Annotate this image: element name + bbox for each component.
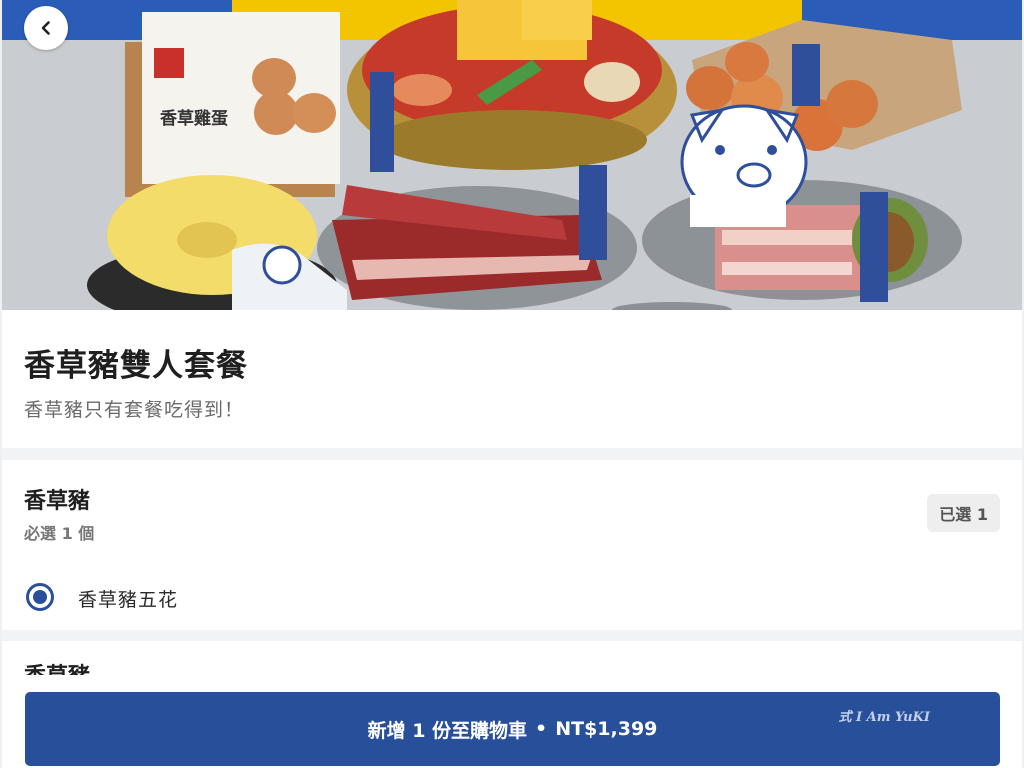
product-title: 香草豬雙人套餐 <box>24 348 248 384</box>
add-to-cart-bar: 新增 1 份至購物車 • NT$1,399 式 I Am YuKI <box>2 675 1022 768</box>
add-to-cart-button[interactable]: 新增 1 份至購物車 • NT$1,399 式 I Am YuKI <box>25 692 1000 766</box>
option-group-rule: 必選 1 個 <box>24 524 95 543</box>
egg-box-label: 香草雞蛋 <box>160 108 228 129</box>
product-subtitle: 香草豬只有套餐吃得到！ <box>24 399 245 421</box>
back-button[interactable] <box>24 6 68 50</box>
next-option-group-title: 香草豬 <box>24 663 90 675</box>
price-separator: • <box>535 718 548 740</box>
radio-selected-dot <box>33 590 47 604</box>
product-detail-page: 香草雞蛋 香草豬雙人套餐 香草豬只有套餐吃得到！ 香草豬 必選 1 個 已選 1… <box>2 0 1022 768</box>
watermark: 式 I Am YuKI <box>838 710 930 725</box>
selected-count-badge: 已選 1 <box>927 494 1000 532</box>
hero-illustration: 香草雞蛋 <box>2 0 1022 310</box>
add-to-cart-label: 新增 1 份至購物車 <box>367 719 528 742</box>
chevron-left-icon <box>41 21 50 35</box>
cart-price: NT$1,399 <box>555 718 658 740</box>
product-info-card: 香草豬雙人套餐 香草豬只有套餐吃得到！ <box>2 310 1022 448</box>
option-radio[interactable] <box>26 583 54 611</box>
hero-food-image: 香草雞蛋 <box>2 0 1022 310</box>
option-group-title: 香草豬 <box>24 489 91 514</box>
option-group: 香草豬 必選 1 個 已選 1 香草豬五花 <box>2 460 1022 630</box>
option-label[interactable]: 香草豬五花 <box>78 585 178 612</box>
